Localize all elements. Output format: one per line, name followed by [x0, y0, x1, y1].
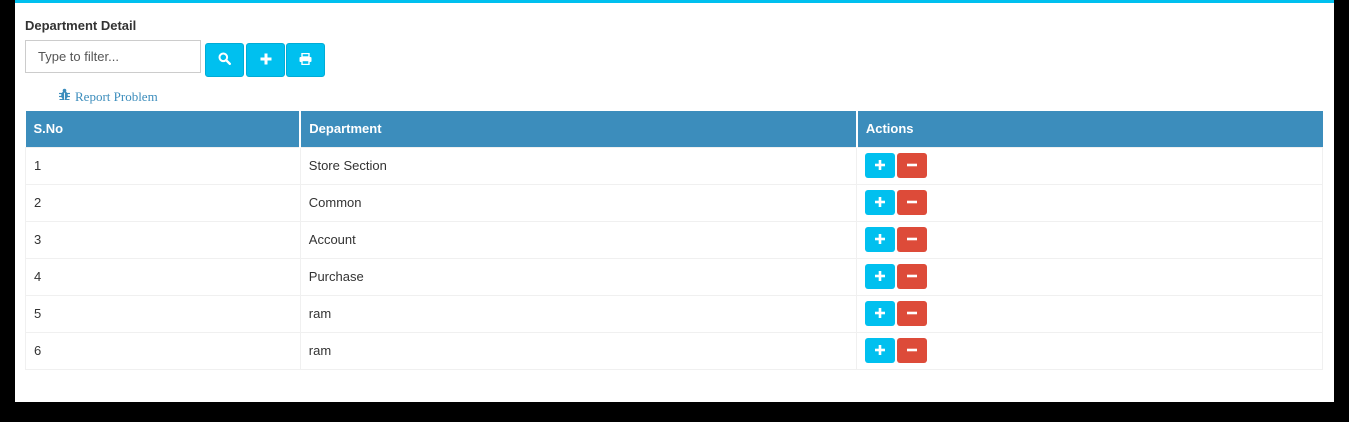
table-header-row: S.No Department Actions	[25, 111, 1323, 147]
department-cell: ram	[299, 331, 858, 370]
report-problem-link[interactable]: Report Problem	[58, 88, 158, 105]
sno-cell: 6	[25, 331, 301, 370]
department-table: S.No Department Actions 1 Store Section …	[25, 111, 1323, 370]
minus-icon	[907, 269, 918, 284]
panel-title: Department Detail	[25, 18, 137, 33]
row-remove-button[interactable]	[897, 301, 928, 326]
minus-icon	[907, 306, 918, 321]
plus-icon	[875, 232, 886, 247]
table-row: 6 ram	[25, 331, 1323, 370]
actions-cell	[856, 331, 1323, 370]
actions-cell	[856, 146, 1323, 185]
bug-icon	[58, 88, 71, 105]
row-add-button[interactable]	[865, 264, 896, 289]
row-remove-button[interactable]	[897, 264, 928, 289]
row-remove-button[interactable]	[897, 190, 928, 215]
plus-icon	[875, 269, 886, 284]
sno-cell: 2	[25, 183, 301, 222]
print-button[interactable]	[286, 43, 325, 77]
column-header-department: Department	[300, 111, 858, 147]
table-row: 4 Purchase	[25, 257, 1323, 296]
minus-icon	[907, 343, 918, 358]
row-remove-button[interactable]	[897, 338, 928, 363]
department-cell: ram	[299, 294, 858, 333]
department-cell: Common	[299, 183, 858, 222]
minus-icon	[907, 158, 918, 173]
actions-cell	[856, 220, 1323, 259]
table-row: 3 Account	[25, 220, 1323, 259]
plus-icon	[875, 306, 886, 321]
minus-icon	[907, 232, 918, 247]
actions-cell	[856, 294, 1323, 333]
table-row: 2 Common	[25, 183, 1323, 222]
search-button[interactable]	[205, 43, 244, 77]
plus-icon	[875, 158, 886, 173]
actions-cell	[856, 183, 1323, 222]
table-row: 5 ram	[25, 294, 1323, 333]
department-panel: Department Detail Report Problem S.No	[15, 0, 1334, 402]
column-header-sno: S.No	[25, 111, 302, 147]
row-add-button[interactable]	[865, 227, 896, 252]
department-cell: Purchase	[299, 257, 858, 296]
sno-cell: 4	[25, 257, 301, 296]
print-icon	[299, 52, 312, 68]
sno-cell: 5	[25, 294, 301, 333]
plus-icon	[875, 195, 886, 210]
sno-cell: 1	[25, 146, 301, 185]
row-add-button[interactable]	[865, 190, 896, 215]
sno-cell: 3	[25, 220, 301, 259]
minus-icon	[907, 195, 918, 210]
actions-cell	[856, 257, 1323, 296]
plus-icon	[260, 53, 272, 68]
department-cell: Account	[299, 220, 858, 259]
plus-icon	[875, 343, 886, 358]
row-add-button[interactable]	[865, 338, 896, 363]
column-header-actions: Actions	[865, 121, 914, 137]
add-department-button[interactable]	[246, 43, 285, 77]
row-remove-button[interactable]	[897, 227, 928, 252]
row-add-button[interactable]	[865, 301, 896, 326]
search-icon	[218, 52, 232, 68]
row-remove-button[interactable]	[897, 153, 928, 178]
report-problem-label: Report Problem	[75, 88, 158, 104]
filter-input[interactable]	[25, 40, 201, 73]
row-add-button[interactable]	[865, 153, 896, 178]
department-cell: Store Section	[299, 146, 858, 185]
table-row: 1 Store Section	[25, 146, 1323, 185]
